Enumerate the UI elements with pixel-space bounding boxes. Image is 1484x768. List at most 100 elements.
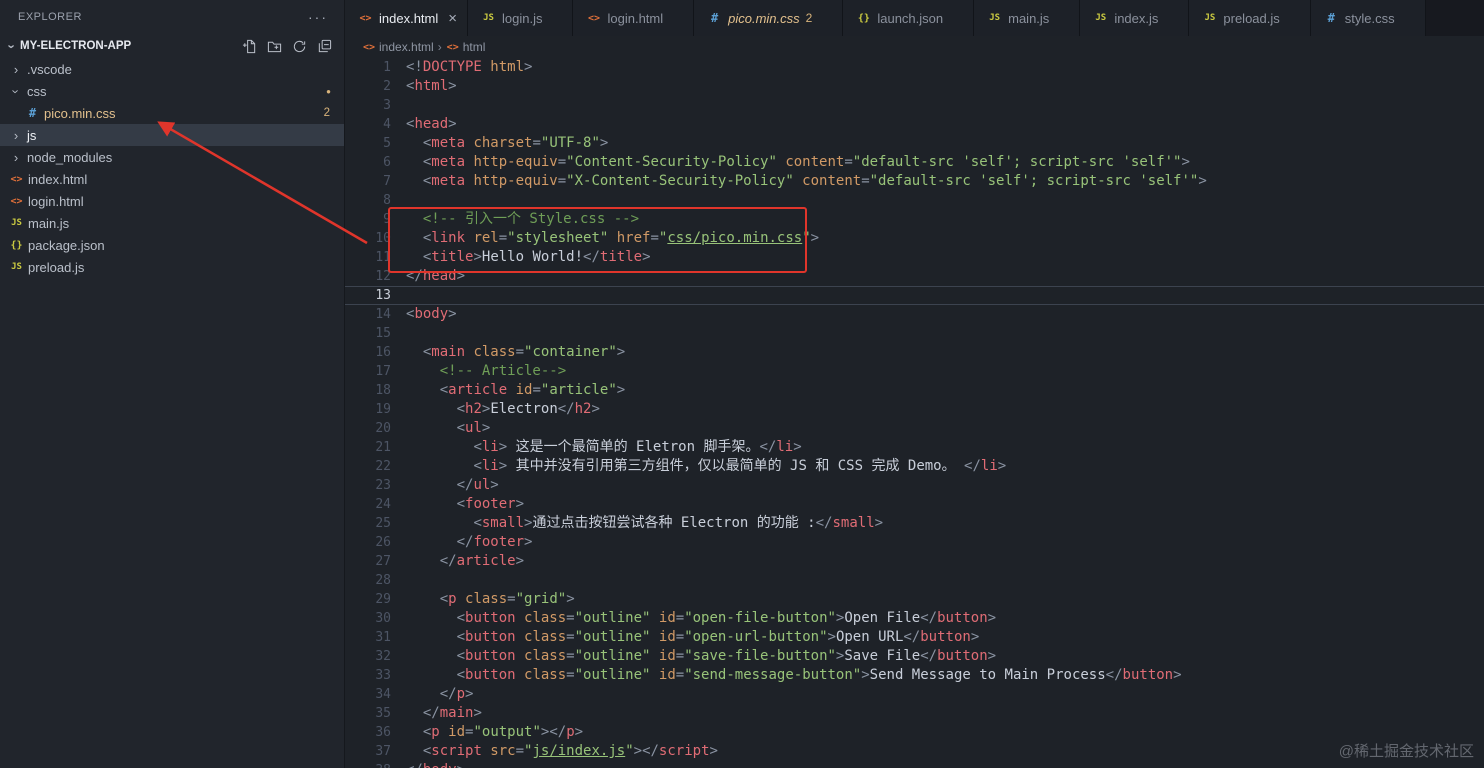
code-editor[interactable]: 1 <!DOCTYPE html> 2 <html> 3 4 <head> 5 <meta c…: [345, 58, 1484, 768]
line-number: 28: [375, 573, 391, 588]
code-line-15[interactable]: 15: [345, 324, 1484, 343]
tab-index.js[interactable]: JS index.js: [1080, 0, 1190, 36]
folder-node_modules[interactable]: › node_modules: [0, 146, 344, 168]
explorer-toolbar: [242, 39, 332, 54]
code-line-16[interactable]: 16 <main class="container">: [345, 343, 1484, 362]
code-line-23[interactable]: 23 </ul>: [345, 476, 1484, 495]
file-main.js[interactable]: JS main.js: [0, 212, 344, 234]
file-login.html[interactable]: <> login.html: [0, 190, 344, 212]
code-line-24[interactable]: 24 <footer>: [345, 495, 1484, 514]
code-line-19[interactable]: 19 <h2>Electron</h2>: [345, 400, 1484, 419]
code-line-21[interactable]: 21 <li> 这是一个最简单的 Eletron 脚手架。</li>: [345, 438, 1484, 457]
code-line-5[interactable]: 5 <meta charset="UTF-8">: [345, 134, 1484, 153]
file-index.html[interactable]: <> index.html: [0, 168, 344, 190]
refresh-icon[interactable]: [292, 39, 307, 54]
code-line-32[interactable]: 32 <button class="outline" id="save-file…: [345, 647, 1484, 666]
explorer-sidebar: EXPLORER ··· › MY-ELECTRON-APP ›.vscode …: [0, 0, 345, 768]
tree-item-label: package.json: [28, 237, 105, 253]
line-content: <meta http-equiv="X-Content-Security-Pol…: [422, 173, 1207, 189]
line-content: [391, 286, 406, 305]
line-content: <p class="grid">: [439, 591, 575, 607]
code-line-29[interactable]: 29 <p class="grid">: [345, 590, 1484, 609]
line-content: <body>: [406, 306, 457, 322]
code-line-34[interactable]: 34 </p>: [345, 685, 1484, 704]
line-content: <title>Hello World!</title>: [422, 249, 651, 265]
line-number: 34: [375, 687, 391, 702]
code-line-13[interactable]: 13: [345, 286, 1484, 305]
code-line-33[interactable]: 33 <button class="outline" id="send-mess…: [345, 666, 1484, 685]
line-number: 4: [383, 117, 391, 132]
code-line-17[interactable]: 17 <!-- Article-->: [345, 362, 1484, 381]
new-file-icon[interactable]: [242, 39, 257, 54]
code-line-14[interactable]: 14 <body>: [345, 305, 1484, 324]
more-actions-icon[interactable]: ···: [308, 9, 328, 25]
line-number: 9: [383, 212, 391, 227]
code-line-6[interactable]: 6 <meta http-equiv="Content-Security-Pol…: [345, 153, 1484, 172]
line-number: 32: [375, 649, 391, 664]
code-line-7[interactable]: 7 <meta http-equiv="X-Content-Security-P…: [345, 172, 1484, 191]
code-line-25[interactable]: 25 <small>通过点击按钮尝试各种 Electron 的功能 :</sma…: [345, 514, 1484, 533]
line-content: <button class="outline" id="open-url-but…: [456, 629, 980, 645]
file-pico.min.css[interactable]: # pico.min.css 2: [0, 102, 344, 124]
tree-item-label: js: [27, 127, 37, 143]
tab-launch.json[interactable]: {} launch.json: [843, 0, 975, 36]
line-number: 38: [345, 761, 391, 768]
tree-item-label: preload.js: [28, 259, 85, 275]
code-line-4[interactable]: 4 <head>: [345, 115, 1484, 134]
tab-label: launch.json: [877, 10, 944, 26]
code-line-35[interactable]: 35 </main>: [345, 704, 1484, 723]
close-icon[interactable]: ×: [448, 11, 457, 26]
tab-label: pico.min.css: [728, 10, 800, 26]
code-line-31[interactable]: 31 <button class="outline" id="open-url-…: [345, 628, 1484, 647]
file-preload.js[interactable]: JS preload.js: [0, 256, 344, 278]
code-line-11[interactable]: 11 <title>Hello World!</title>: [345, 248, 1484, 267]
line-content: <!DOCTYPE html>: [406, 59, 533, 75]
line-content: <button class="outline" id="save-file-bu…: [456, 648, 997, 664]
chevron-right-icon: ›: [13, 127, 19, 143]
js-file-icon: JS: [483, 13, 494, 23]
code-line-38[interactable]: 38</body>: [345, 761, 1484, 768]
code-line-18[interactable]: 18 <article id="article">: [345, 381, 1484, 400]
js-file-icon: JS: [1204, 13, 1216, 23]
vscode-window: EXPLORER ··· › MY-ELECTRON-APP ›.vscode …: [0, 0, 1484, 768]
folder-.vscode[interactable]: › .vscode: [0, 58, 344, 80]
file-package.json[interactable]: {} package.json: [0, 234, 344, 256]
breadcrumb-item[interactable]: <> index.html: [362, 40, 434, 54]
tab-main.js[interactable]: JS main.js: [974, 0, 1081, 36]
code-line-30[interactable]: 30 <button class="outline" id="open-file…: [345, 609, 1484, 628]
line-number: 29: [375, 592, 391, 607]
code-line-2[interactable]: 2 <html>: [345, 77, 1484, 96]
tab-preload.js[interactable]: JS preload.js: [1189, 0, 1311, 36]
code-line-37[interactable]: 37 <script src="js/index.js"></script>: [345, 742, 1484, 761]
css-file-icon: #: [711, 11, 719, 25]
tab-login.js[interactable]: JS login.js: [468, 0, 574, 36]
tab-login.html[interactable]: <> login.html: [573, 0, 695, 36]
code-line-9[interactable]: 9 <!-- 引入一个 Style.css -->: [345, 210, 1484, 229]
collapse-all-icon[interactable]: [317, 39, 332, 54]
folder-js[interactable]: › js: [0, 124, 344, 146]
code-line-10[interactable]: 10 <link rel="stylesheet" href="css/pico…: [345, 229, 1484, 248]
code-line-20[interactable]: 20 <ul>: [345, 419, 1484, 438]
line-number: 27: [375, 554, 391, 569]
project-root-row[interactable]: › MY-ELECTRON-APP: [0, 34, 344, 58]
code-line-26[interactable]: 26 </footer>: [345, 533, 1484, 552]
line-content: <html>: [406, 78, 457, 94]
html-file-icon: <>: [362, 41, 376, 53]
code-line-22[interactable]: 22 <li> 其中并没有引用第三方组件，仅以最简单的 JS 和 CSS 完成 …: [345, 457, 1484, 476]
code-line-28[interactable]: 28: [345, 571, 1484, 590]
css-file-icon: #: [1327, 11, 1335, 25]
new-folder-icon[interactable]: [267, 39, 282, 54]
tab-style.css[interactable]: # style.css: [1310, 0, 1426, 36]
tab-pico.min.css[interactable]: # pico.min.css 2: [694, 0, 844, 36]
code-line-36[interactable]: 36 <p id="output"></p>: [345, 723, 1484, 742]
code-line-27[interactable]: 27 </article>: [345, 552, 1484, 571]
line-content: <!-- Article-->: [439, 363, 567, 379]
breadcrumb-item[interactable]: <> html: [446, 40, 486, 54]
code-line-12[interactable]: 12 </head>: [345, 267, 1484, 286]
line-content: <head>: [406, 116, 457, 132]
folder-css[interactable]: › css ●: [0, 80, 344, 102]
code-line-8[interactable]: 8: [345, 191, 1484, 210]
code-line-1[interactable]: 1 <!DOCTYPE html>: [345, 58, 1484, 77]
code-line-3[interactable]: 3: [345, 96, 1484, 115]
tab-index.html[interactable]: <> index.html ×: [345, 0, 469, 36]
